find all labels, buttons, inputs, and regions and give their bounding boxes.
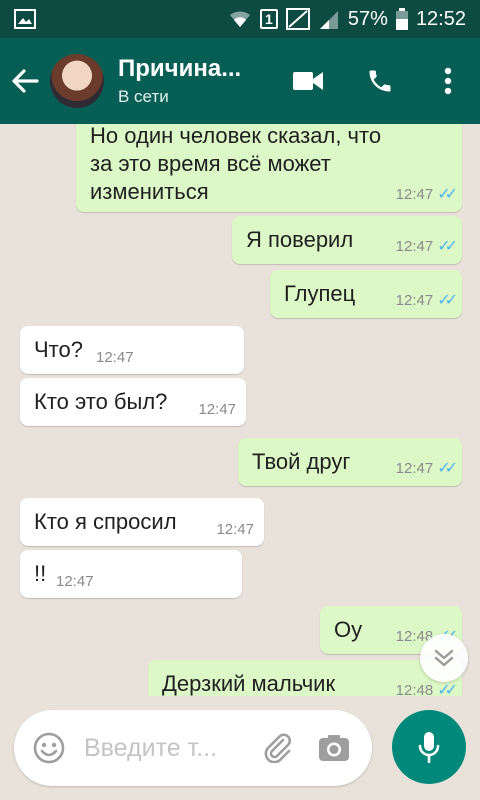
message-time: 12:47 <box>395 459 434 477</box>
battery-percent: 57% <box>347 7 388 30</box>
read-receipt-icon: ✓✓ <box>437 292 458 309</box>
read-receipt-icon: ✓✓ <box>437 460 458 477</box>
arrow-left-icon <box>12 69 39 93</box>
message-time: 12:47 <box>395 237 434 255</box>
message-bubble[interactable]: Глупец 12:47 ✓✓ <box>270 270 462 318</box>
message-bubble[interactable]: Что? 12:47 <box>20 326 244 374</box>
message-input[interactable]: Введите т... <box>84 734 250 763</box>
message-bubble[interactable]: Я поверил 12:47 ✓✓ <box>232 216 462 264</box>
chevron-down-icon <box>434 649 454 667</box>
voice-call-button[interactable] <box>344 38 416 124</box>
message-bubble[interactable]: Твой друг 12:47 ✓✓ <box>238 438 462 486</box>
message-bubble[interactable]: !! 12:47 <box>20 550 242 598</box>
emoji-button[interactable] <box>14 710 84 786</box>
clock: 12:52 <box>415 7 466 30</box>
message-time: 12:47 <box>56 573 94 590</box>
read-receipt-icon: ✓✓ <box>437 238 458 255</box>
signal-bars-icon <box>319 11 338 29</box>
mic-icon <box>418 732 440 763</box>
attachment-icon <box>264 733 291 763</box>
chat-header: Причина... В сети <box>0 38 480 124</box>
message-bubble[interactable]: Дерзкий мальчик 12:48 ✓✓ <box>148 660 462 696</box>
status-bar: 1 57% 12:52 <box>0 0 480 38</box>
video-call-icon <box>293 72 323 90</box>
message-time: 12:47 <box>395 185 434 203</box>
emoji-icon <box>33 732 65 764</box>
phone-icon <box>369 70 391 92</box>
mic-button[interactable] <box>392 710 466 784</box>
message-bubble[interactable]: Кто это был? 12:47 <box>20 378 246 426</box>
camera-button[interactable] <box>306 710 362 786</box>
more-options-button[interactable] <box>416 38 480 124</box>
avatar[interactable] <box>50 54 104 108</box>
back-button[interactable] <box>0 38 50 124</box>
message-time: 12:47 <box>216 521 254 538</box>
contact-name: Причина... <box>118 55 242 82</box>
message-time: 12:47 <box>395 291 434 309</box>
contact-info[interactable]: Причина... В сети <box>118 55 272 107</box>
video-call-button[interactable] <box>272 38 344 124</box>
read-receipt-icon: ✓✓ <box>437 186 458 203</box>
camera-icon <box>319 735 349 761</box>
message-time: 12:47 <box>198 401 236 418</box>
message-text: Но один человек сказал, что за это время… <box>90 124 382 204</box>
sim-badge: 1 <box>259 9 278 29</box>
read-receipt-icon: ✓✓ <box>437 682 458 696</box>
message-time: 12:48 <box>395 681 434 697</box>
message-list[interactable]: Но один человек сказал, что за это время… <box>0 124 480 696</box>
signal-icon <box>285 8 310 30</box>
contact-status: В сети <box>118 87 169 106</box>
wifi-icon <box>229 11 250 27</box>
attach-button[interactable] <box>250 710 306 786</box>
battery-icon <box>395 8 408 30</box>
more-vert-icon <box>444 67 452 95</box>
message-bubble[interactable]: Кто я спросил 12:47 <box>20 498 264 546</box>
message-input-box[interactable]: Введите т... <box>14 710 372 786</box>
gallery-icon <box>14 9 36 29</box>
scroll-to-bottom-button[interactable] <box>420 634 468 682</box>
message-bubble[interactable]: Но один человек сказал, что за это время… <box>76 124 462 212</box>
composer: Введите т... <box>0 696 480 800</box>
message-time: 12:47 <box>96 349 134 366</box>
